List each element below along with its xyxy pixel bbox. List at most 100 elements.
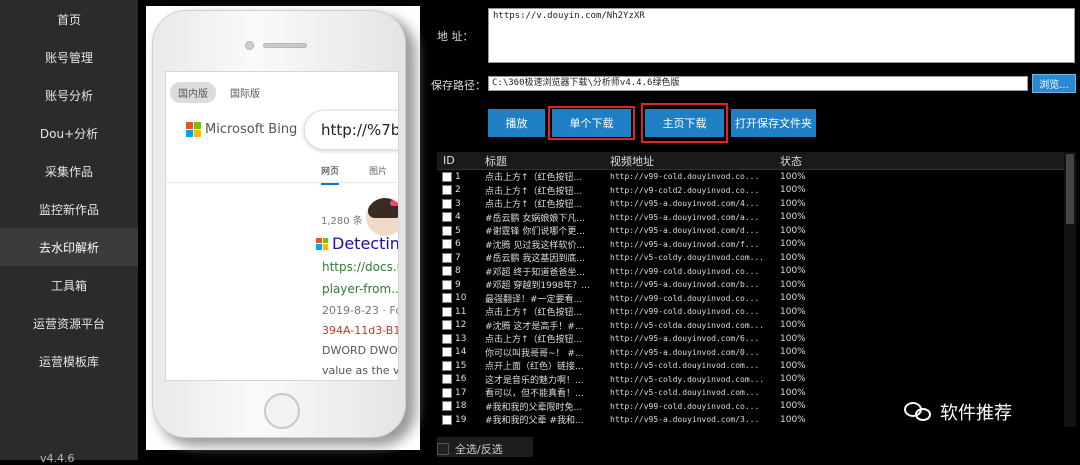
table-scrollbar[interactable] xyxy=(1064,152,1076,427)
avatar xyxy=(366,198,398,236)
table-row[interactable]: 6 #沈腾 见过我这样软价... http://v95-a.douyinvod.co… xyxy=(437,238,1064,252)
row-id-cell: 15 xyxy=(437,360,483,371)
bing-tab-international[interactable]: 国际版 xyxy=(222,82,268,103)
row-id-cell: 3 xyxy=(437,198,483,209)
row-checkbox[interactable] xyxy=(442,387,452,398)
row-url: http://v5-colda.douyinvod.com... xyxy=(610,320,765,330)
row-checkbox[interactable] xyxy=(442,225,452,236)
single-download-button[interactable]: 单个下载 xyxy=(552,109,631,137)
table-row[interactable]: 2 点击上方↑（红色按钮... http://v9-cold2.douyinvod.… xyxy=(437,184,1064,198)
play-button[interactable]: 播放 xyxy=(488,109,545,137)
table-row[interactable]: 15 点开上面（红色）链接... http://v5-cold.douyinvod.… xyxy=(437,359,1064,373)
result-title-link[interactable]: Detecting xyxy=(316,234,398,253)
row-checkbox[interactable] xyxy=(442,293,452,304)
row-status: 100% xyxy=(780,239,806,250)
row-title: 点击上方↑（红色按钮... xyxy=(485,186,583,197)
row-status: 100% xyxy=(780,252,806,263)
row-checkbox[interactable] xyxy=(442,401,452,412)
table-row[interactable]: 7 #岳云鹏 我这基因到底... http://v5-coldy.douyinvod… xyxy=(437,251,1064,265)
row-title: 点开上面（红色）链接... xyxy=(485,362,584,373)
row-checkbox[interactable] xyxy=(442,333,452,344)
table-row[interactable]: 5 #谢霆锋 你们说哪个更... http://v95-a.douyinvod.co… xyxy=(437,224,1064,238)
row-checkbox[interactable] xyxy=(442,279,452,290)
row-id-cell: 1 xyxy=(437,171,483,182)
table-row[interactable]: 4 #岳云鹏 女娲娘娘下凡... http://v95-a.douyinvod.co… xyxy=(437,211,1064,225)
table-row[interactable]: 9 #邓超 穿越到1998年？... http://v95-a.douyinvod.… xyxy=(437,278,1064,292)
watermark-text: 软件推荐 xyxy=(940,403,1012,424)
table-row[interactable]: 1 点击上方↑（红色按钮... http://v99-cold.douyinvod.… xyxy=(437,170,1064,184)
row-checkbox[interactable] xyxy=(442,239,452,250)
result-snippet-1: DWORD DWOR xyxy=(322,344,399,357)
sidebar-item-account-analysis[interactable]: 账号分析 xyxy=(0,76,138,114)
row-status: 100% xyxy=(780,198,806,209)
row-checkbox[interactable] xyxy=(442,212,452,223)
save-path-input[interactable]: C:\360极速浏览器下载\分析师v4.4.6绿色版 xyxy=(488,76,1028,91)
row-id-cell: 4 xyxy=(437,212,483,223)
table-row[interactable]: 16 这才是音乐的魅力啊！... http://v5-coldy.douyinvod… xyxy=(437,373,1064,387)
row-checkbox[interactable] xyxy=(442,306,452,317)
camera-icon xyxy=(245,41,254,50)
table-row[interactable]: 3 点击上方↑（红色按钮... http://v95-a.douyinvod.com… xyxy=(437,197,1064,211)
row-status: 100% xyxy=(780,320,806,331)
sidebar-item-ops-resources[interactable]: 运营资源平台 xyxy=(0,304,138,342)
scrollbar-thumb[interactable] xyxy=(1066,154,1074,224)
row-checkbox[interactable] xyxy=(442,185,452,196)
sidebar-item-monitor-new-works[interactable]: 监控新作品 xyxy=(0,190,138,228)
row-id-cell: 11 xyxy=(437,306,483,317)
address-label: 地 址： xyxy=(437,30,474,43)
watermark: 软件推荐 xyxy=(904,399,1012,425)
sidebar-item-ops-templates[interactable]: 运营模板库 xyxy=(0,342,138,380)
speaker-icon xyxy=(263,43,307,48)
sidebar-item-account-management[interactable]: 账号管理 xyxy=(0,38,138,76)
row-checkbox[interactable] xyxy=(442,198,452,209)
select-all-checkbox[interactable] xyxy=(437,443,449,455)
row-url: http://v5-coldy.douyinvod.com... xyxy=(610,374,765,384)
result-url-2: player-from... xyxy=(322,282,399,296)
table-row[interactable]: 10 最强翻译！#一定要看... http://v99-cold.douyinvod… xyxy=(437,292,1064,306)
row-id: 13 xyxy=(455,333,467,344)
table-header: ID 标题 视频地址 状态 xyxy=(437,152,1064,170)
row-url: http://v99-cold.douyinvod.co... xyxy=(610,307,760,317)
sidebar-item-toolbox[interactable]: 工具箱 xyxy=(0,266,138,304)
table-row[interactable]: 14 你可以叫我哥哥~！ #... http://v95-a.douyinvod.c… xyxy=(437,346,1064,360)
row-url: http://v5-cold.douyinvod.com... xyxy=(610,388,760,398)
row-status: 100% xyxy=(780,414,806,425)
homepage-download-button[interactable]: 主页下载 xyxy=(645,109,724,137)
bing-tab-domestic[interactable]: 国内版 xyxy=(170,82,216,103)
row-checkbox[interactable] xyxy=(442,374,452,385)
sidebar-item-collect-works[interactable]: 采集作品 xyxy=(0,152,138,190)
row-checkbox[interactable] xyxy=(442,266,452,277)
row-title: #我和我的父辈 #我和... xyxy=(485,416,584,427)
sidebar-item-home[interactable]: 首页 xyxy=(0,0,138,38)
sidebar-item-remove-watermark[interactable]: 去水印解析 xyxy=(0,228,138,266)
row-checkbox[interactable] xyxy=(442,320,452,331)
row-id-cell: 9 xyxy=(437,279,483,290)
row-status: 100% xyxy=(780,225,806,236)
row-checkbox[interactable] xyxy=(442,360,452,371)
row-id: 9 xyxy=(455,279,461,290)
microsoft-logo-icon xyxy=(186,122,201,137)
row-status: 100% xyxy=(780,306,806,317)
row-title: 点击上方↑（红色按钮... xyxy=(485,335,583,346)
row-checkbox[interactable] xyxy=(442,171,452,182)
table-row[interactable]: 11 点击上方↑（红色按钮... http://v99-cold.douyinvod… xyxy=(437,305,1064,319)
address-input[interactable]: https://v.douyin.com/Nh2YzXR xyxy=(488,8,1075,63)
browse-button[interactable]: 浏览... xyxy=(1032,74,1076,93)
row-checkbox[interactable] xyxy=(442,347,452,358)
table-row[interactable]: 17 看可以，但不能真看！... http://v5-cold.douyinvod.… xyxy=(437,386,1064,400)
table-row[interactable]: 12 #沈腾 这才是高手！#... http://v5-colda.douyinvo… xyxy=(437,319,1064,333)
bing-logo-text: Microsoft Bing xyxy=(205,122,298,137)
table-row[interactable]: 13 点击上方↑（红色按钮... http://v95-a.douyinvod.co… xyxy=(437,332,1064,346)
bing-search-input[interactable]: http://%7b6b xyxy=(304,110,398,150)
row-checkbox[interactable] xyxy=(442,252,452,263)
row-url: http://v99-cold.douyinvod.co... xyxy=(610,401,760,411)
row-url: http://v95-a.douyinvod.com/6... xyxy=(610,334,760,344)
table-row[interactable]: 8 #邓超 终于知道爸爸坐... http://v99-cold.douyinvod… xyxy=(437,265,1064,279)
select-all-toggle[interactable]: 全选/反选 xyxy=(437,441,503,457)
open-folder-button[interactable]: 打开保存文件夹 xyxy=(731,109,816,137)
row-title: #岳云鹏 我这基因到底... xyxy=(485,254,585,265)
sidebar-item-dou-analysis[interactable]: Dou+分析 xyxy=(0,114,138,152)
sidebar: 首页 账号管理 账号分析 Dou+分析 采集作品 监控新作品 去水印解析 工具箱… xyxy=(0,0,138,465)
row-checkbox[interactable] xyxy=(442,414,452,425)
row-title: #岳云鹏 女娲娘娘下凡... xyxy=(485,213,585,224)
